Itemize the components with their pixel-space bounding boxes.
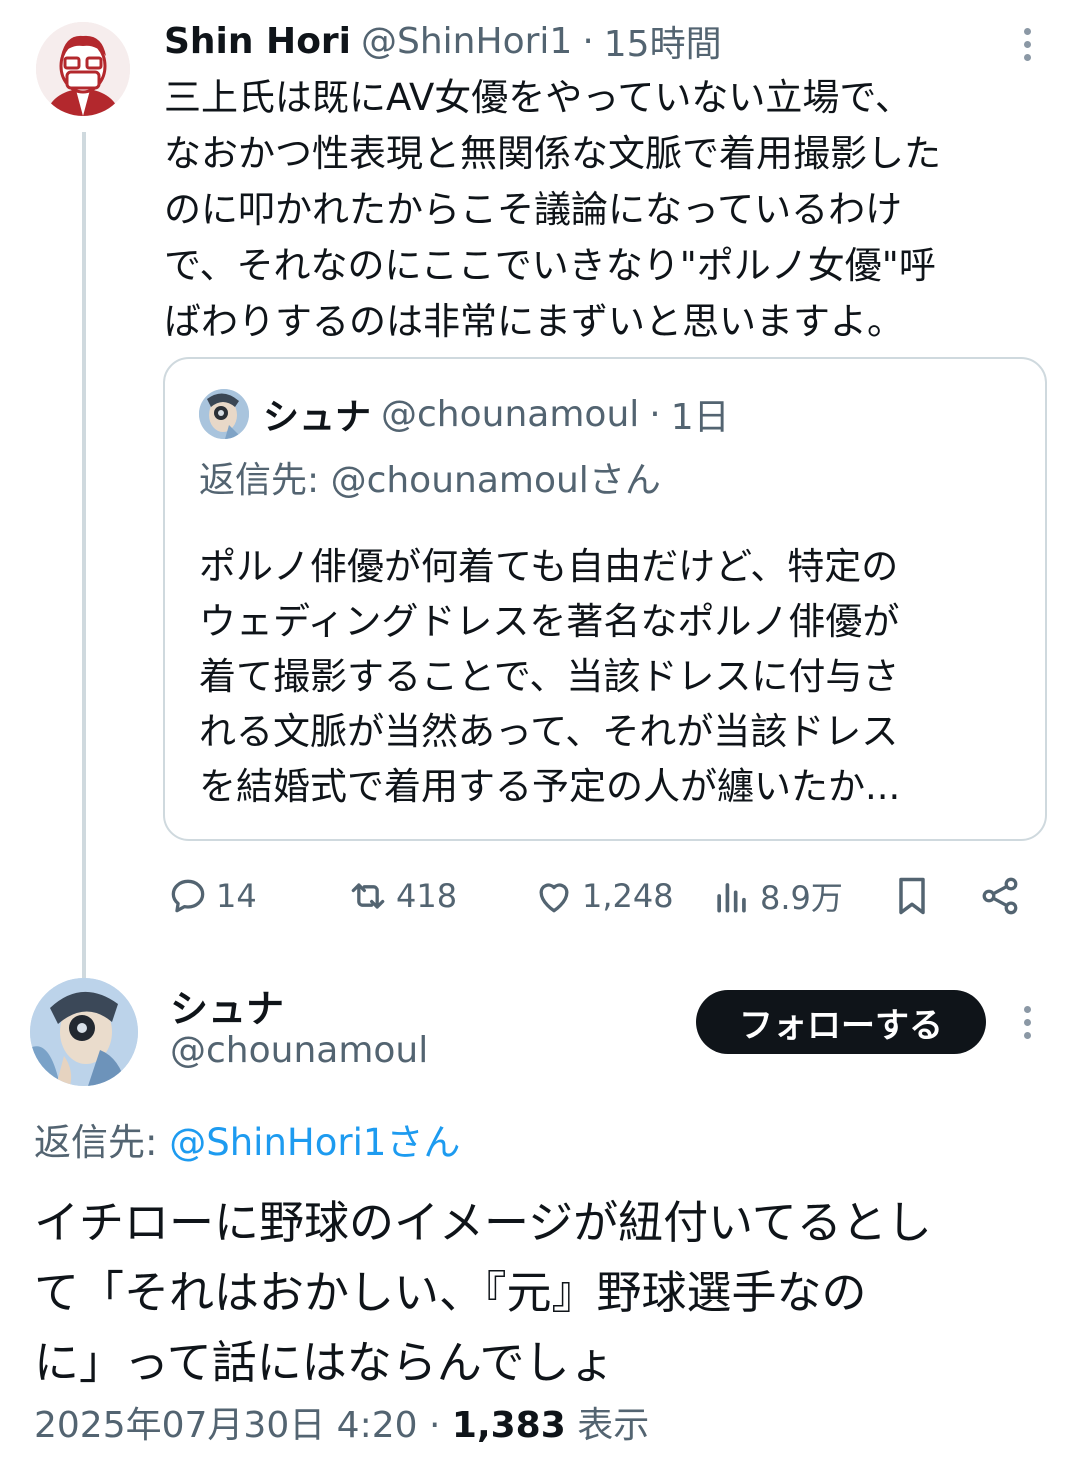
quoted-author-name: シュナ: [263, 397, 372, 438]
avatar[interactable]: [36, 22, 130, 116]
reply-count: 14: [216, 877, 257, 915]
share-icon: [982, 877, 1018, 915]
separator-dot: ·: [582, 20, 594, 62]
separator-dot: ·: [649, 393, 661, 435]
tweet-timestamp: 2025年07月30日 4:20 · 1,383 表示: [34, 1396, 649, 1448]
share-button[interactable]: [978, 866, 1028, 926]
retweet-count: 418: [396, 877, 458, 915]
views-button[interactable]: 8.9万: [710, 866, 843, 926]
reply-prefix: 返信先:: [34, 1121, 170, 1164]
reply-context: 返信先: @ShinHori1さん: [34, 1112, 460, 1166]
tweet-header: Shin Hori @ShinHori1 · 15時間: [164, 15, 722, 67]
like-count: 1,248: [582, 877, 674, 915]
tweet-time[interactable]: 15時間: [604, 15, 722, 67]
quoted-text: ポルノ俳優が何着ても自由だけど、特定の ウェディングドレスを著名なポルノ俳優が …: [199, 545, 901, 808]
quoted-header: シュナ @chounamoul · 1日: [263, 387, 730, 441]
more-icon[interactable]: [1012, 24, 1042, 64]
quoted-tweet-card[interactable]: シュナ @chounamoul · 1日 返信先: @chounamoulさん …: [163, 357, 1047, 841]
views-icon: [717, 883, 746, 913]
reply-button[interactable]: 14: [166, 866, 257, 926]
reply-to-link[interactable]: @ShinHori1さん: [169, 1121, 460, 1164]
tweet-date[interactable]: 2025年07月30日 4:20: [34, 1405, 418, 1446]
quoted-author-handle: @chounamoul: [381, 393, 640, 435]
retweet-icon: [351, 883, 385, 909]
separator-dot: ·: [428, 1405, 441, 1446]
author-name[interactable]: シュナ: [170, 978, 284, 1033]
thread-connector-line: [82, 132, 86, 980]
retweet-button[interactable]: 418: [346, 866, 457, 926]
views-count: 8.9万: [760, 879, 843, 917]
reply-icon: [171, 879, 205, 913]
quoted-reply-context: 返信先: @chounamoulさん: [199, 460, 661, 501]
bookmark-icon: [899, 877, 925, 915]
author-handle[interactable]: @ShinHori1: [361, 21, 572, 62]
follow-button[interactable]: フォローする: [696, 990, 986, 1054]
more-icon[interactable]: [1012, 1002, 1042, 1042]
view-label: 表示: [577, 1405, 650, 1446]
tweet-text: 三上氏は既にAV女優をやっていない立場で、 なおかつ性表現と無関係な文脈で着用撮…: [164, 76, 941, 343]
like-button[interactable]: 1,248: [532, 866, 674, 926]
like-icon: [539, 883, 569, 913]
author-name[interactable]: Shin Hori: [164, 21, 351, 62]
quoted-time: 1日: [670, 397, 730, 438]
view-count: 1,383: [451, 1405, 566, 1446]
tweet-text: イチローに野球のイメージが紐付いてるとし て「それはおかしい、『元』野球選手なの…: [34, 1196, 932, 1389]
bookmark-button[interactable]: [890, 866, 940, 926]
author-handle[interactable]: @chounamoul: [170, 1030, 428, 1071]
avatar[interactable]: [30, 978, 138, 1086]
avatar: [199, 389, 249, 439]
